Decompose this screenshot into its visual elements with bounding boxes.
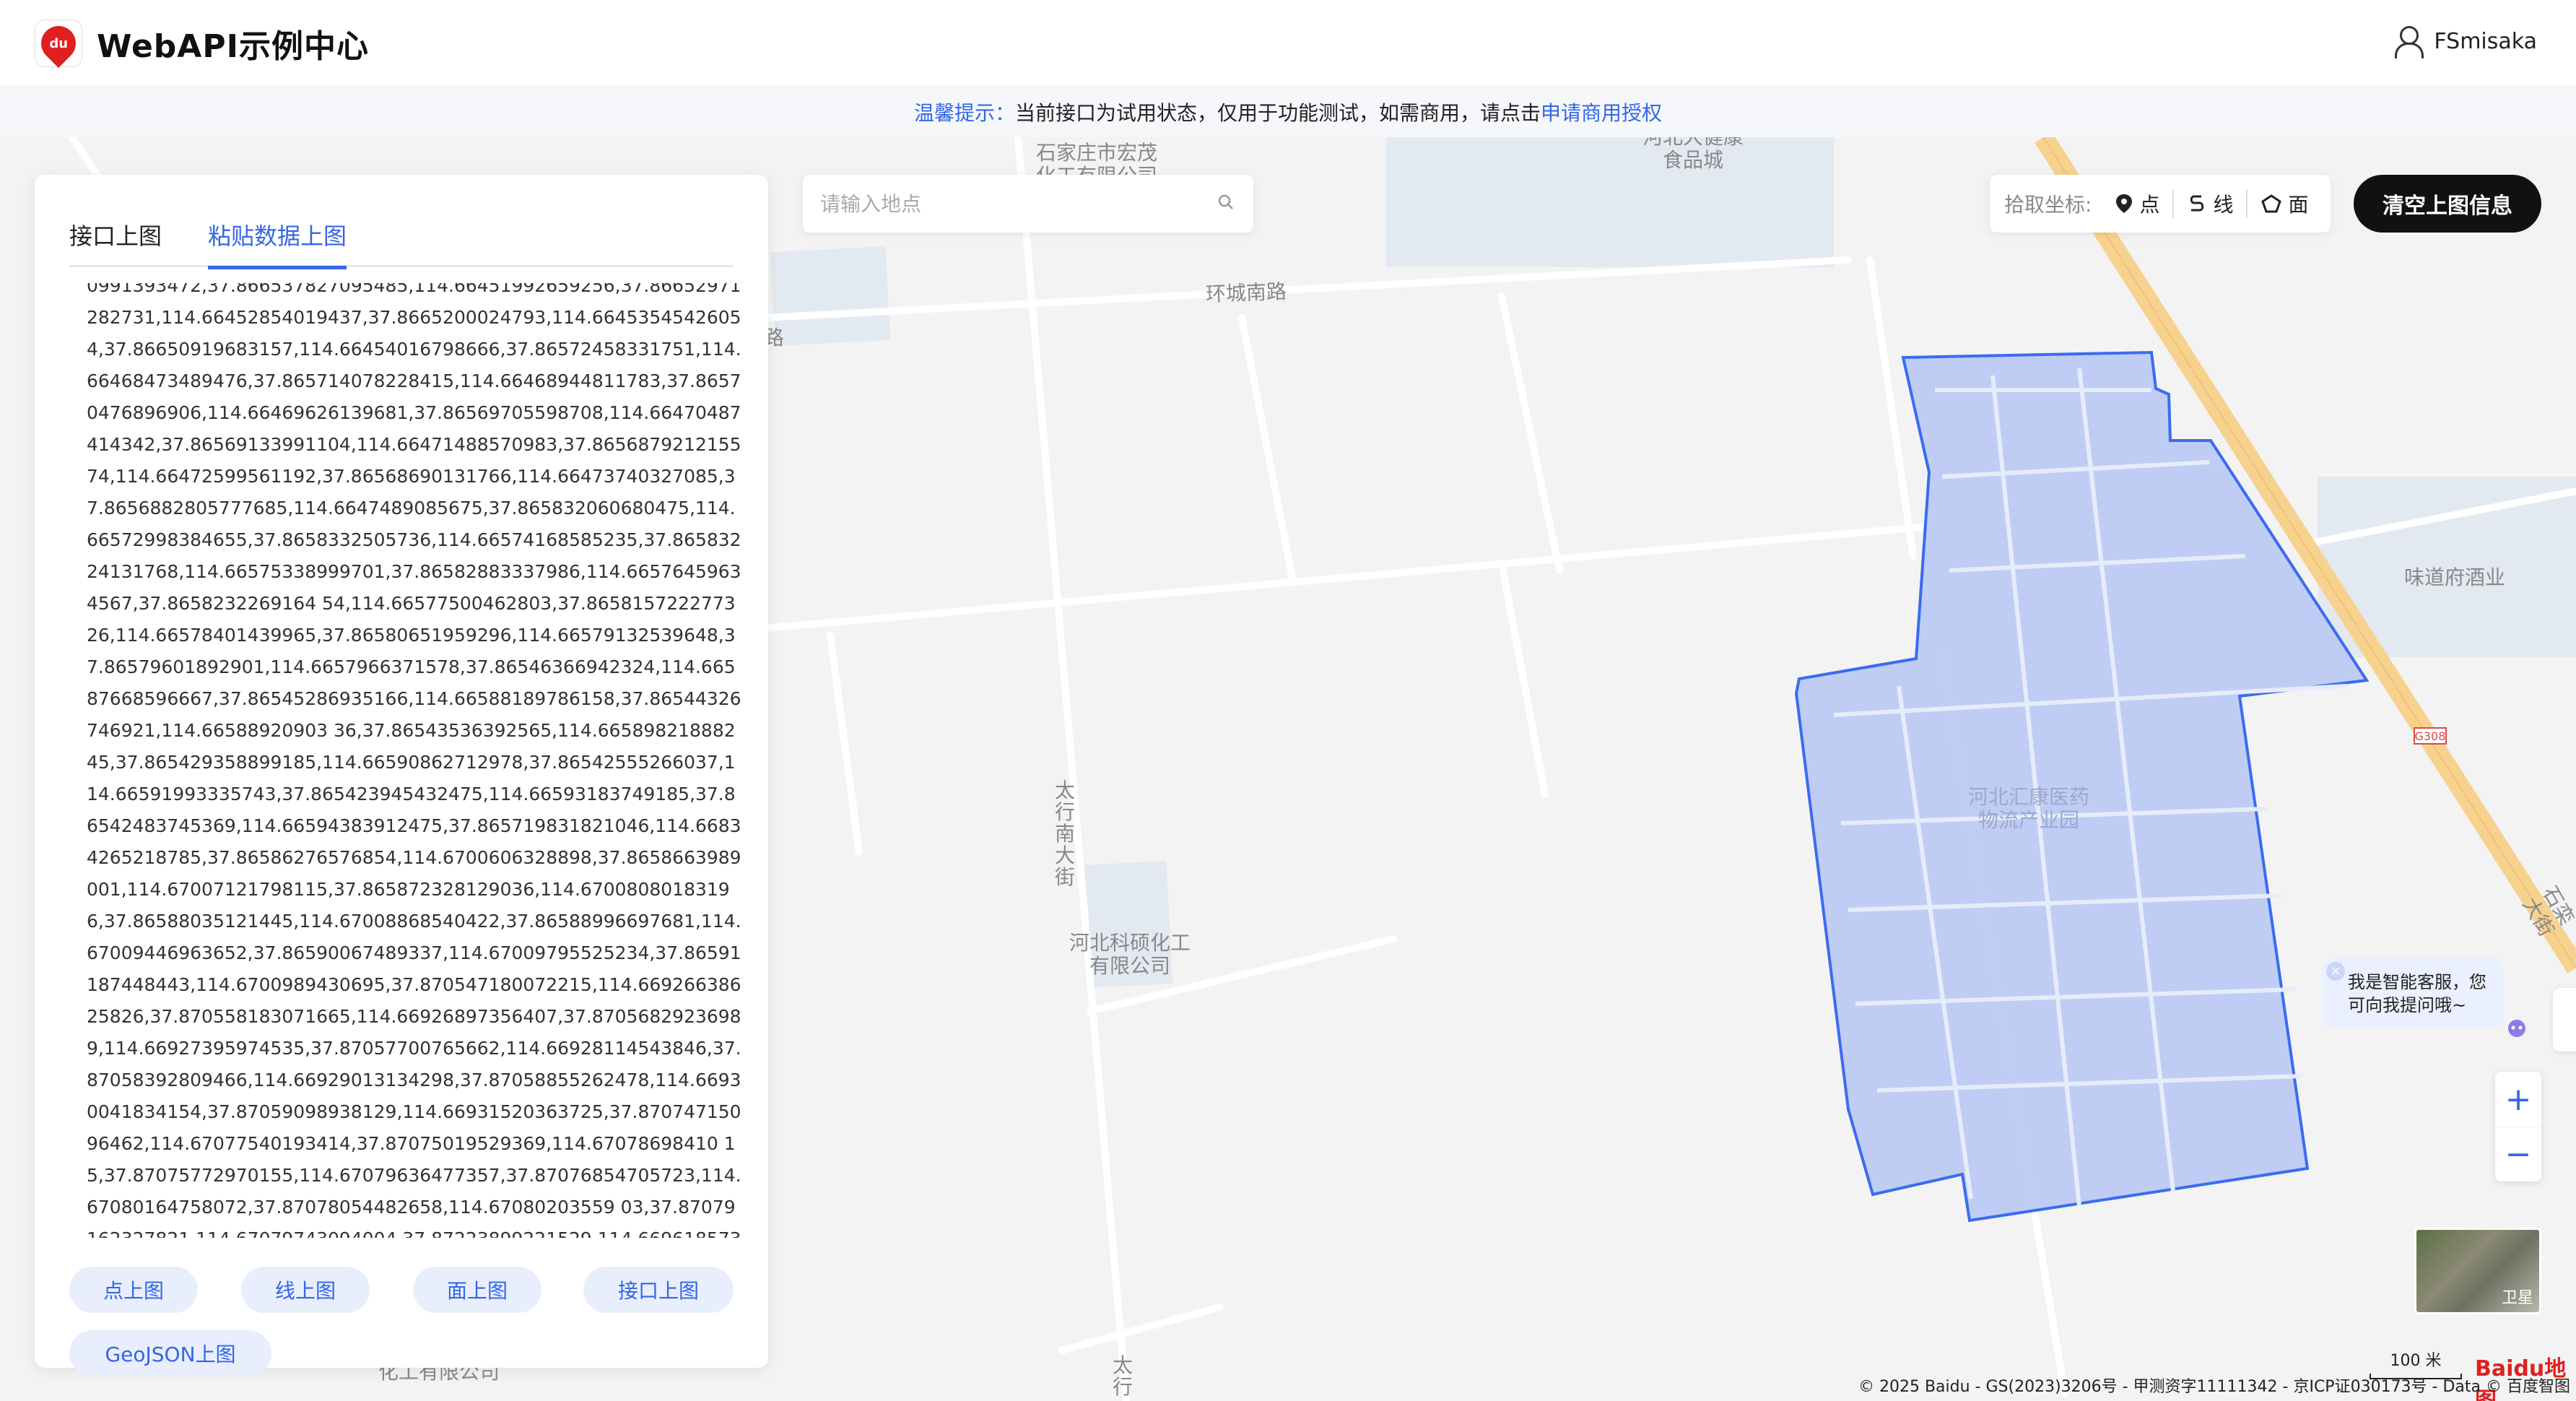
username: FSmisaka (2434, 28, 2537, 54)
zoom-in-button[interactable]: + (2495, 1072, 2541, 1127)
side-panel-toggle[interactable] (2553, 988, 2576, 1051)
ai-assistant-bubble[interactable]: × 我是智能客服，您可向我提问哦~ (2322, 958, 2504, 1028)
top-header: du WebAPI示例中心 FSmisaka (0, 0, 2576, 87)
tab-paste-data-map[interactable]: 粘贴数据上图 (208, 196, 347, 269)
close-icon[interactable]: × (2326, 962, 2345, 981)
pick-point-tool[interactable]: 点 (2102, 189, 2172, 218)
polygon-map-button[interactable]: 面上图 (413, 1267, 541, 1313)
polygon-icon (2261, 194, 2282, 213)
pick-coordinate-label: 拾取坐标: (2004, 193, 2092, 217)
pick-coordinate-toolbar: 拾取坐标: 点 线 面 (1990, 175, 2331, 233)
satellite-label: 卫星 (2501, 1289, 2533, 1307)
map-label-road: 太行南大街 (1054, 778, 1075, 889)
map-label-poi: 河北大健康食品城 (1642, 137, 1744, 173)
api-map-button[interactable]: 接口上图 (583, 1267, 734, 1313)
location-search (803, 175, 1253, 233)
search-icon[interactable] (1217, 194, 1235, 211)
pick-polygon-label: 面 (2288, 193, 2309, 217)
coordinates-textarea[interactable] (69, 283, 768, 1238)
road (1014, 137, 1130, 1401)
pick-line-tool[interactable]: 线 (2172, 189, 2246, 218)
line-map-button[interactable]: 线上图 (241, 1267, 370, 1313)
scale-label: 100 米 (2390, 1352, 2442, 1370)
road (1238, 314, 1296, 581)
road (1498, 292, 1563, 574)
road (1058, 1304, 1224, 1354)
road (1498, 560, 1549, 798)
pin-icon (2116, 194, 2133, 213)
route-icon (2190, 195, 2204, 212)
map-copyright: © 2025 Baidu - GS(2023)3206号 - 甲测资字11111… (1858, 1378, 2570, 1396)
map-pin-icon: du (34, 18, 83, 68)
notice-bar: 温馨提示： 当前接口为试用状态，仅用于功能测试，如需商用，请点击 申请商用授权 (0, 87, 2576, 137)
map-label-poi: 味道府酒业 (2404, 565, 2506, 589)
robot-icon[interactable] (2502, 1015, 2531, 1044)
assistant-message: 我是智能客服，您可向我提问哦~ (2348, 972, 2486, 1015)
road (69, 137, 105, 184)
pick-point-label: 点 (2139, 193, 2160, 217)
user-icon (2393, 26, 2424, 58)
data-panel: 接口上图 粘贴数据上图 点上图 线上图 面上图 接口上图 GeoJSON上图 (35, 175, 768, 1376)
notice-text: 当前接口为试用状态，仅用于功能测试，如需商用，请点击 (1014, 101, 1541, 125)
clear-map-button[interactable]: 清空上图信息 (2354, 175, 2541, 233)
road (1866, 256, 1917, 560)
road (762, 524, 1924, 632)
commercial-license-link[interactable]: 申请商用授权 (1541, 97, 1662, 126)
highway-badge: G308 (2415, 729, 2446, 743)
road (762, 256, 1852, 321)
map-label-road: 环城南路 (1205, 279, 1287, 306)
logo-text: du (49, 35, 68, 51)
zoom-control: + − (2495, 1072, 2541, 1181)
point-map-button[interactable]: 点上图 (69, 1267, 198, 1313)
panel-tabs: 接口上图 粘贴数据上图 (69, 196, 734, 269)
map-label-poi: 河北科硕化工 有限公司 (1069, 931, 1191, 979)
map-label-poi: 河北汇康医药 物流产业园 (1967, 785, 2089, 833)
tab-api-map[interactable]: 接口上图 (69, 196, 162, 267)
building-block (770, 246, 891, 347)
pick-line-label: 线 (2213, 193, 2234, 217)
pick-polygon-tool[interactable]: 面 (2246, 189, 2321, 218)
notice-label: 温馨提示： (913, 101, 1015, 125)
search-input[interactable] (820, 191, 1196, 216)
coordinates-textarea-wrap (69, 283, 768, 1251)
map-label-road: 太行 (1112, 1353, 1133, 1399)
user-menu[interactable]: FSmisaka (2393, 26, 2537, 58)
road (827, 632, 863, 856)
satellite-toggle[interactable]: 卫星 (2414, 1228, 2541, 1314)
zoom-out-button[interactable]: − (2495, 1127, 2541, 1181)
geojson-map-button[interactable]: GeoJSON上图 (69, 1330, 271, 1376)
app-logo[interactable]: du (34, 18, 83, 68)
app-title[interactable]: WebAPI示例中心 (97, 20, 369, 66)
